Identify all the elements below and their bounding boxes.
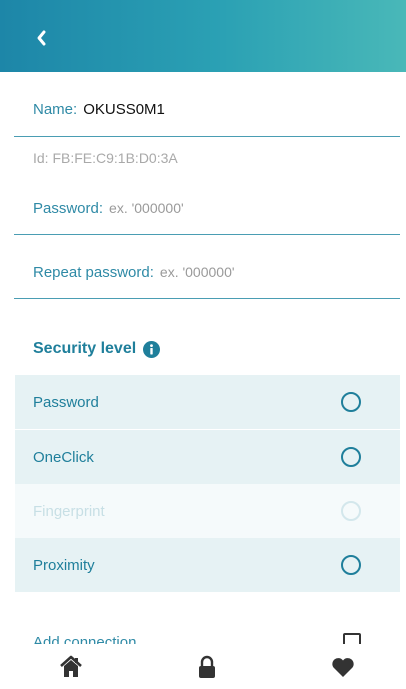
add-connection-label: Add connection (33, 634, 137, 644)
radio-button[interactable] (341, 555, 361, 575)
device-id: Id: FB:FE:C9:1B:D0:3A (33, 150, 393, 168)
security-option-password[interactable]: Password (15, 375, 400, 429)
name-field[interactable]: Name: OKUSS0M1 (33, 101, 393, 119)
heart-icon (332, 658, 354, 677)
nav-lock-button[interactable] (194, 654, 220, 680)
security-option-proximity[interactable]: Proximity (15, 538, 400, 592)
add-connection-checkbox[interactable] (343, 633, 361, 644)
name-value: OKUSS0M1 (83, 101, 165, 118)
security-level-label: Security level (33, 340, 137, 357)
radio-button-disabled (341, 501, 361, 521)
app-header (0, 0, 406, 72)
repeat-password-field[interactable]: Repeat password: ex. '000000' (33, 264, 393, 282)
security-option-label: Password (33, 393, 99, 411)
nav-favorites-button[interactable] (330, 654, 356, 680)
security-option-label: Fingerprint (33, 502, 105, 520)
password-label: Password: (33, 200, 104, 217)
device-id-text: Id: FB:FE:C9:1B:D0:3A (33, 150, 178, 166)
bottom-nav (0, 644, 406, 689)
radio-button[interactable] (341, 447, 361, 467)
info-icon[interactable] (143, 340, 161, 358)
repeat-password-underline (14, 298, 400, 299)
password-field[interactable]: Password: ex. '000000' (33, 200, 393, 218)
add-connection-row[interactable]: Add connection (0, 620, 406, 644)
security-option-fingerprint: Fingerprint (15, 484, 400, 538)
security-option-label: OneClick (33, 448, 94, 466)
security-option-label: Proximity (33, 556, 95, 574)
password-underline (14, 234, 400, 235)
password-placeholder: ex. '000000' (109, 200, 184, 216)
security-option-oneclick[interactable]: OneClick (15, 430, 400, 484)
chevron-left-icon (37, 30, 46, 46)
name-underline (14, 136, 400, 137)
repeat-password-label: Repeat password: (33, 264, 154, 281)
name-label: Name: (33, 101, 78, 118)
lock-icon (199, 655, 215, 678)
security-level-title: Security level (33, 340, 161, 358)
repeat-password-placeholder: ex. '000000' (159, 264, 235, 280)
home-icon (60, 655, 82, 677)
back-button[interactable] (30, 26, 54, 50)
nav-home-button[interactable] (58, 654, 84, 680)
radio-button[interactable] (341, 392, 361, 412)
